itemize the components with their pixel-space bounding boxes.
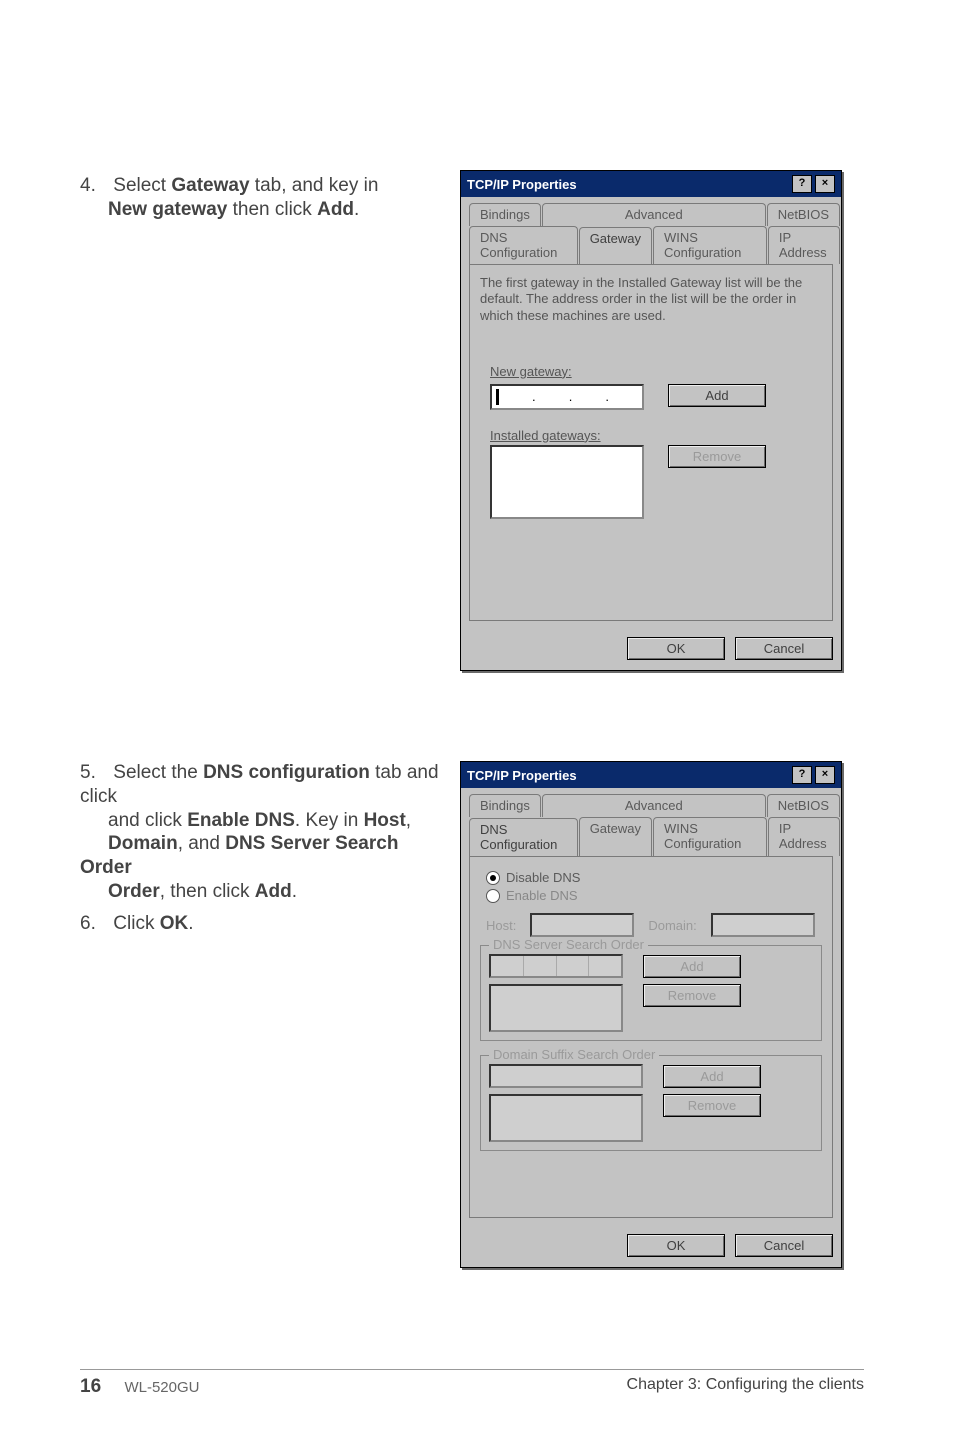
tab-dns-configuration[interactable]: DNS Configuration — [469, 226, 578, 264]
tab-netbios[interactable]: NetBIOS — [767, 203, 840, 226]
titlebar: TCP/IP Properties ? × — [461, 762, 841, 788]
step-6-text: 6. Click OK. — [80, 912, 450, 936]
dns-server-input[interactable] — [489, 954, 623, 978]
step-4-text: 4. Select Gateway tab, and key in New ga… — [80, 174, 450, 222]
dialog-title: TCP/IP Properties — [467, 768, 577, 783]
add-button[interactable]: Add — [663, 1065, 761, 1088]
host-label: Host: — [486, 918, 516, 933]
tab-ip-address[interactable]: IP Address — [768, 226, 840, 264]
radio-disable-dns[interactable]: Disable DNS — [486, 870, 822, 885]
tab-wins-configuration[interactable]: WINS Configuration — [653, 226, 767, 264]
close-icon[interactable]: × — [815, 766, 835, 784]
installed-gateways-list[interactable] — [490, 445, 644, 519]
domain-input[interactable] — [711, 913, 815, 937]
tab-row-1: Bindings Advanced NetBIOS — [461, 197, 841, 226]
domain-suffix-list[interactable] — [489, 1094, 643, 1142]
step-6-number: 6. — [80, 912, 108, 936]
dialog-gateway: TCP/IP Properties ? × Bindings Advanced … — [460, 170, 842, 671]
dialog-dns: TCP/IP Properties ? × Bindings Advanced … — [460, 761, 842, 1268]
tab-bindings[interactable]: Bindings — [469, 794, 541, 817]
add-button[interactable]: Add — [668, 384, 766, 407]
tab-row-2: DNS Configuration Gateway WINS Configura… — [461, 817, 841, 856]
step-5-number: 5. — [80, 761, 108, 785]
ok-button[interactable]: OK — [627, 637, 725, 660]
tab-advanced[interactable]: Advanced — [542, 203, 766, 226]
tab-dns-configuration[interactable]: DNS Configuration — [469, 818, 578, 857]
remove-button[interactable]: Remove — [663, 1094, 761, 1117]
help-icon[interactable]: ? — [792, 175, 812, 193]
remove-button[interactable]: Remove — [643, 984, 741, 1007]
tab-netbios[interactable]: NetBIOS — [767, 794, 840, 817]
tab-row-1: Bindings Advanced NetBIOS — [461, 788, 841, 817]
step-5-text: 5. Select the DNS configuration tab and … — [80, 761, 450, 904]
dns-server-search-order-group: DNS Server Search Order Add Remove — [480, 945, 822, 1041]
tab-row-2: DNS Configuration Gateway WINS Configura… — [461, 226, 841, 264]
step-4-number: 4. — [80, 174, 108, 198]
page-number: 16 — [80, 1376, 120, 1398]
cancel-button[interactable]: Cancel — [735, 637, 833, 660]
installed-gateways-label: Installed gateways: — [490, 428, 822, 443]
domain-suffix-input[interactable] — [489, 1064, 643, 1088]
radio-enable-dns[interactable]: Enable DNS — [486, 888, 822, 903]
help-icon[interactable]: ? — [792, 766, 812, 784]
add-button[interactable]: Add — [643, 955, 741, 978]
close-icon[interactable]: × — [815, 175, 835, 193]
model-name: WL-520GU — [124, 1379, 199, 1396]
page-footer: 16 WL-520GU Chapter 3: Configuring the c… — [0, 1369, 954, 1398]
tab-advanced[interactable]: Advanced — [542, 794, 766, 817]
remove-button[interactable]: Remove — [668, 445, 766, 468]
titlebar: TCP/IP Properties ? × — [461, 171, 841, 197]
domain-suffix-search-order-group: Domain Suffix Search Order Add Remove — [480, 1055, 822, 1151]
ok-button[interactable]: OK — [627, 1234, 725, 1257]
tab-gateway[interactable]: Gateway — [579, 817, 652, 856]
cancel-button[interactable]: Cancel — [735, 1234, 833, 1257]
tab-ip-address[interactable]: IP Address — [768, 817, 840, 856]
chapter-title: Chapter 3: Configuring the clients — [627, 1376, 864, 1398]
tab-wins-configuration[interactable]: WINS Configuration — [653, 817, 767, 856]
tab-bindings[interactable]: Bindings — [469, 203, 541, 226]
dns-server-list[interactable] — [489, 984, 623, 1032]
host-input[interactable] — [530, 913, 634, 937]
gateway-info-text: The first gateway in the Installed Gatew… — [480, 275, 822, 324]
tab-gateway[interactable]: Gateway — [579, 227, 652, 265]
new-gateway-label: New gateway: — [490, 364, 822, 379]
new-gateway-input[interactable]: . . . — [490, 384, 644, 410]
domain-label: Domain: — [648, 918, 696, 933]
dialog-title: TCP/IP Properties — [467, 177, 577, 192]
